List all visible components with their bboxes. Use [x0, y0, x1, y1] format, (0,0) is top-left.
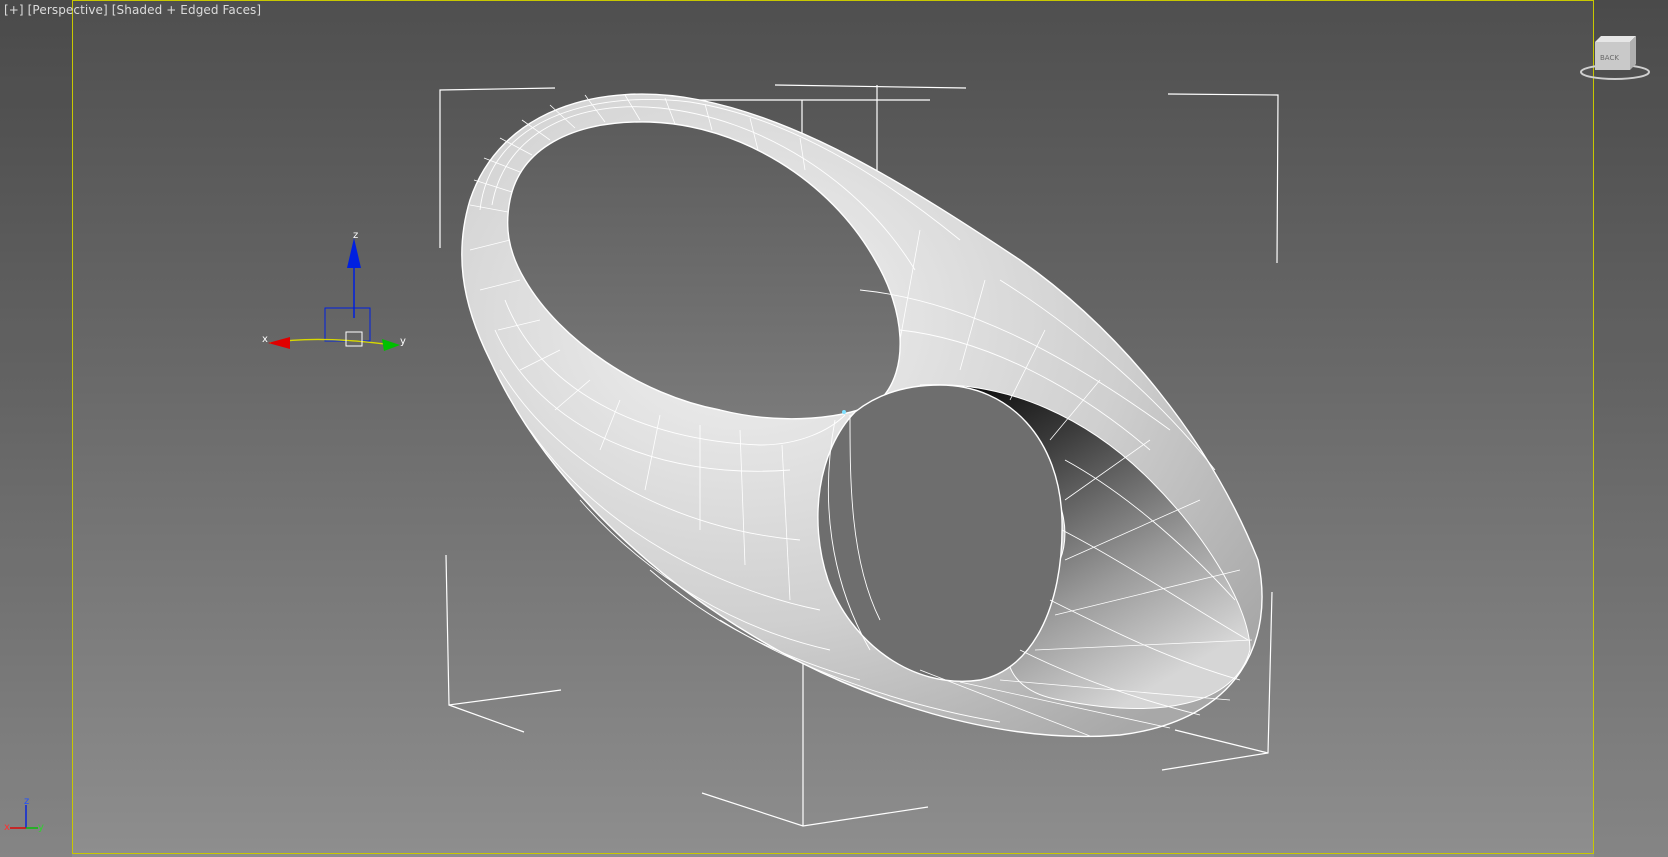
- gizmo-plane-handle[interactable]: [324, 307, 371, 342]
- gizmo-z-arrow-icon[interactable]: [347, 238, 361, 268]
- gizmo-x-arrow-icon[interactable]: [268, 337, 290, 349]
- gizmo-z-label: z: [353, 230, 358, 241]
- viewcube-side-face[interactable]: [1630, 36, 1636, 70]
- view-axis-y-label: y: [38, 822, 44, 833]
- gizmo-y-arrow-icon[interactable]: [382, 339, 400, 351]
- viewcube-top-face[interactable]: [1595, 36, 1636, 42]
- gizmo-y-label: y: [400, 336, 406, 347]
- viewport-general-menu[interactable]: [+]: [4, 3, 24, 17]
- gizmo-center-box[interactable]: [345, 331, 363, 347]
- viewport-label-menu: [+] [Perspective] [Shaded + Edged Faces]: [4, 3, 261, 17]
- view-axis-x-label: x: [4, 822, 10, 833]
- viewport-shading-menu[interactable]: [Shaded + Edged Faces]: [112, 3, 261, 17]
- view-axis-z-label: z: [24, 796, 29, 807]
- vertex-marker: [842, 410, 846, 414]
- transform-gizmo[interactable]: z x y: [262, 230, 406, 351]
- viewcube-face-label: BACK: [1600, 54, 1619, 62]
- view-axis-tripod: z x y: [4, 796, 44, 833]
- scene-canvas: z x y BACK z x y: [4, 36, 1650, 833]
- mesh-object[interactable]: [461, 93, 1263, 738]
- viewport-point-of-view-menu[interactable]: [Perspective]: [28, 3, 108, 17]
- viewcube[interactable]: BACK: [1580, 36, 1650, 80]
- gizmo-x-label: x: [262, 334, 268, 345]
- perspective-viewport[interactable]: z x y BACK z x y [+] [Perspective] [Shad…: [0, 0, 1668, 857]
